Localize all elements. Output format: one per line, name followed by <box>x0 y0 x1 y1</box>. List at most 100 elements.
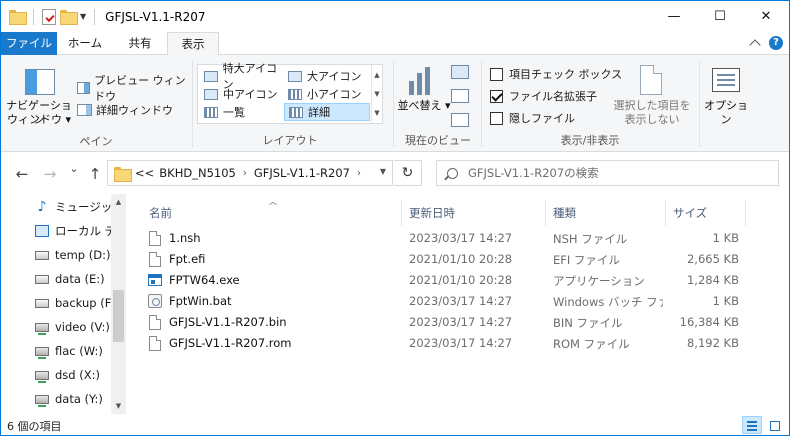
scrollbar-thumb[interactable] <box>113 290 124 342</box>
nav-item-backup-drive[interactable]: backup (F: <box>35 292 111 314</box>
file-row[interactable]: GFJSL-V1.1-R207.rom 2023/03/17 14:27 ROM… <box>133 333 753 354</box>
column-header-name[interactable]: 名前 <box>141 200 401 226</box>
file-date: 2023/03/17 14:27 <box>409 336 513 350</box>
network-drive-icon <box>35 394 49 407</box>
size-columns-icon[interactable] <box>451 113 469 127</box>
add-columns-icon[interactable] <box>451 89 469 103</box>
hide-selected-icon <box>640 65 662 95</box>
file-list: ︿ 名前 更新日時 種類 サイズ 1.nsh 2023/03/17 14:27 … <box>133 194 789 414</box>
toolbar-divider <box>94 8 96 25</box>
properties-check-icon[interactable] <box>42 8 56 25</box>
file-row[interactable]: GFJSL-V1.1-R207.bin 2023/03/17 14:27 BIN… <box>133 312 753 333</box>
layout-large-icons[interactable]: 大アイコン <box>284 67 370 85</box>
scroll-up-icon[interactable]: ▲ <box>111 194 126 210</box>
close-button[interactable]: ✕ <box>743 1 789 32</box>
new-folder-icon[interactable] <box>60 10 78 25</box>
details-view-toggle[interactable] <box>742 416 762 434</box>
nav-item-flac-drive[interactable]: flac (W:) <box>35 340 111 362</box>
column-divider[interactable] <box>745 200 746 226</box>
nav-item-local-disk[interactable]: ローカル ディ <box>35 220 111 242</box>
group-by-icon[interactable] <box>451 65 469 79</box>
nav-pane-scrollbar[interactable]: ▲ ▼ <box>111 194 126 414</box>
layout-item-label: 詳細 <box>308 106 330 119</box>
file-size: 1 KB <box>712 294 739 308</box>
file-row[interactable]: FPTW64.exe 2021/01/10 20:28 アプリケーション 1,2… <box>133 270 753 291</box>
layout-details[interactable]: 詳細 <box>284 103 370 121</box>
file-extensions-toggle[interactable]: ファイル名拡張子 <box>490 88 597 104</box>
help-icon[interactable]: ? <box>769 36 783 50</box>
file-size: 1,284 KB <box>686 273 739 287</box>
chevron-right-icon[interactable]: › <box>357 168 361 179</box>
item-checkboxes-toggle[interactable]: 項目チェック ボックス <box>490 66 622 82</box>
quick-access-toolbar: ▼ <box>1 8 99 25</box>
hide-selected-button[interactable]: 選択した項目を 表示しない <box>605 99 699 127</box>
file-name: GFJSL-V1.1-R207.bin <box>169 315 287 329</box>
checkbox[interactable] <box>490 111 503 125</box>
minimize-button[interactable]: — <box>651 1 697 32</box>
back-button[interactable]: ← <box>13 165 31 183</box>
preview-pane-icon <box>77 82 91 94</box>
nav-item-data-y-drive[interactable]: data (Y:) <box>35 388 111 410</box>
expand-gallery-icon[interactable]: ▼ <box>374 109 379 117</box>
file-row[interactable]: FptWin.bat 2023/03/17 14:27 Windows バッチ … <box>133 291 753 312</box>
file-row[interactable]: Fpt.efi 2021/01/10 20:28 EFI ファイル 2,665 … <box>133 249 753 270</box>
checkbox[interactable] <box>490 67 503 81</box>
large-icons-view-toggle[interactable] <box>765 416 785 434</box>
drive-icon <box>35 274 49 284</box>
sort-by-button[interactable]: 並べ替え ▾ <box>397 99 451 113</box>
column-header-date[interactable]: 更新日時 <box>401 200 545 226</box>
options-button[interactable]: オプション <box>701 99 751 127</box>
exe-icon <box>148 274 162 286</box>
layout-medium-icons[interactable]: 中アイコン <box>200 85 286 103</box>
layout-small-icons[interactable]: 小アイコン <box>284 85 370 103</box>
checkbox[interactable] <box>490 89 503 103</box>
search-box[interactable]: GFJSL-V1.1-R207の検索 <box>436 160 779 186</box>
column-header-type[interactable]: 種類 <box>545 200 665 226</box>
tab-home[interactable]: ホーム <box>57 32 113 55</box>
file-name: Fpt.efi <box>169 252 206 266</box>
nav-item-music[interactable]: ♪ ミュージック <box>35 196 111 218</box>
address-dropdown-icon[interactable]: ▼ <box>380 167 386 176</box>
tab-file[interactable]: ファイル <box>1 32 57 55</box>
layout-item-label: 大アイコン <box>307 70 362 83</box>
maximize-button[interactable]: ☐ <box>697 1 743 32</box>
large-icons-icon <box>288 70 302 82</box>
nav-item-data-drive[interactable]: data (E:) <box>35 268 111 290</box>
layout-gallery: 特大アイコン 大アイコン 中アイコン 小アイコン 一覧 詳細 ▲ ▼ ▼ <box>197 62 383 124</box>
large-icons-view-icon <box>770 421 780 431</box>
refresh-button[interactable]: ↻ <box>394 160 422 186</box>
group-divider <box>393 61 394 147</box>
nav-item-video-drive[interactable]: video (V:) <box>35 316 111 338</box>
layout-gallery-scroll[interactable]: ▲ ▼ ▼ <box>371 65 382 123</box>
pane-group: ナビゲーション ウィンドウ ▾ プレビュー ウィンドウ 詳細ウィンドウ ペイン <box>1 55 191 152</box>
file-row[interactable]: 1.nsh 2023/03/17 14:27 NSH ファイル 1 KB <box>133 228 753 249</box>
breadcrumb-item[interactable]: BKHD_N5105 <box>159 166 236 180</box>
tab-view[interactable]: 表示 <box>167 32 219 56</box>
scroll-down-icon[interactable]: ▼ <box>111 398 126 414</box>
forward-button[interactable]: → <box>41 165 59 183</box>
nav-item-temp-drive[interactable]: temp (D:) <box>35 244 111 266</box>
layout-extra-large-icons[interactable]: 特大アイコン <box>200 62 286 91</box>
chevron-right-icon[interactable]: › <box>243 168 247 179</box>
dropdown-icon[interactable]: ▼ <box>80 12 86 21</box>
nav-item-dsd-drive[interactable]: dsd (X:) <box>35 364 111 386</box>
recent-locations-button[interactable]: ⌄ <box>65 162 83 175</box>
collapse-ribbon-icon[interactable] <box>749 39 761 51</box>
layout-list[interactable]: 一覧 <box>200 103 286 121</box>
tab-share[interactable]: 共有 <box>113 32 167 55</box>
file-icon <box>149 315 161 330</box>
scroll-down-icon[interactable]: ▼ <box>374 90 379 98</box>
breadcrumb-item[interactable]: GFJSL-V1.1-R207 <box>254 166 350 180</box>
details-pane-button[interactable]: 詳細ウィンドウ <box>77 102 173 118</box>
preview-pane-button[interactable]: プレビュー ウィンドウ <box>77 72 191 104</box>
hidden-files-toggle[interactable]: 隠しファイル <box>490 110 575 126</box>
address-bar[interactable]: << BKHD_N5105 › GFJSL-V1.1-R207 › ▼ <box>107 160 393 186</box>
column-header-size[interactable]: サイズ <box>665 200 745 226</box>
navigation-pane-label-text: ウィンドウ <box>6 113 62 126</box>
up-button[interactable]: ↑ <box>86 165 104 183</box>
nav-item-label: video (V:) <box>55 320 110 334</box>
navigation-pane-button[interactable]: ナビゲーション ウィンドウ ▾ <box>5 61 73 131</box>
scroll-up-icon[interactable]: ▲ <box>374 71 379 79</box>
breadcrumb-overflow[interactable]: << <box>135 166 154 180</box>
file-size: 8,192 KB <box>686 336 739 350</box>
